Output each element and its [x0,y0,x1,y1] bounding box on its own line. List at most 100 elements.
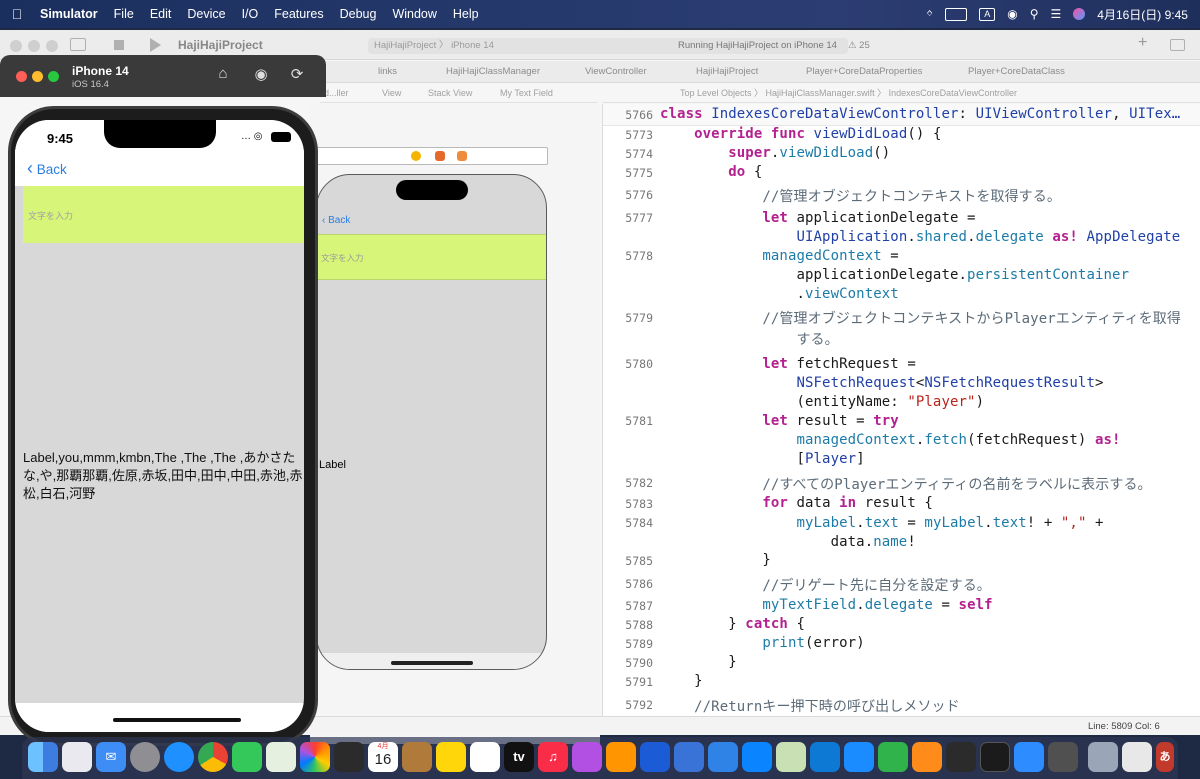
storyboard-back-button[interactable]: ‹ Back [322,215,350,226]
scheme-path[interactable]: HajiHajiProject 〉 iPhone 14 [374,38,494,54]
reminders-icon[interactable] [470,742,500,772]
pages-icon[interactable] [912,742,942,772]
numbers-icon[interactable] [878,742,908,772]
stop-icon[interactable] [114,40,124,50]
books-icon[interactable] [606,742,636,772]
storyboard-canvas[interactable]: ‹ Back 文字を入力 Label ⊕ ▣ ▤ ▧ ▲ ▼ [310,104,600,744]
keynote-icon[interactable] [844,742,874,772]
my-text-field[interactable]: 文字を入力 [23,186,304,243]
kana-dictionary-icon[interactable]: あ [1156,742,1174,772]
home-icon[interactable]: ⌂ [212,65,234,85]
menu-app-name[interactable]: Simulator [34,7,106,21]
rotate-icon[interactable]: ⟳ [286,65,308,85]
preview-icon[interactable] [946,742,976,772]
launchpad-icon[interactable] [62,742,92,772]
sim-zoom-button[interactable] [48,71,59,82]
iphone-screen[interactable]: 9:45 … ◎ ‹ Back 文字を入力 Label,you,mmm,kmbn… [15,120,304,732]
project-name: HajiHajiProject [178,38,263,52]
notes-icon[interactable] [436,742,466,772]
storyboard-scene[interactable]: ‹ Back 文字を入力 Label [316,174,547,670]
menu-help[interactable]: Help [445,7,487,21]
code-jump-bar[interactable]: Top Level Objects 〉 HajiHajiClassManager… [602,83,1200,103]
jump-stack-view[interactable]: Stack View [428,88,472,98]
navigator-toggle-icon[interactable] [70,38,86,51]
xcode-icon[interactable] [640,742,670,772]
scheme-activity-bar[interactable]: HajiHajiProject 〉 iPhone 14 Running Haji… [368,38,848,54]
code-line: } [660,552,771,568]
sim-close-button[interactable] [16,71,27,82]
maps-icon[interactable] [266,742,296,772]
storyboard-text-field[interactable]: 文字を入力 [317,234,546,280]
siri-icon[interactable] [1073,8,1086,20]
vscode-icon[interactable] [810,742,840,772]
simulator-icon[interactable] [1088,742,1118,772]
terminal-icon[interactable] [980,742,1010,772]
zoom-app-icon[interactable] [1014,742,1044,772]
tab-player-coredata-class[interactable]: Player+CoreDataClass [968,66,1065,77]
minimize-window-button[interactable] [28,40,40,52]
script-editor-icon[interactable] [776,742,806,772]
messages-icon[interactable] [232,742,262,772]
contacts-icon[interactable] [402,742,432,772]
menu-debug[interactable]: Debug [332,7,385,21]
menu-device[interactable]: Device [179,7,233,21]
jump-view-controller[interactable]: d...ller [324,88,349,98]
tab-player-coredata-properties[interactable]: Player+CoreDataProperties [806,66,922,77]
menu-io[interactable]: I/O [234,7,267,21]
simulator-title-bar[interactable]: iPhone 14 iOS 16.4 ⌂ ◉ ⟳ [0,55,326,97]
podcasts-icon[interactable] [572,742,602,772]
tab-hajihaji-class-manager[interactable]: HajiHajiClassManager [446,66,540,77]
warnings-count[interactable]: ⚠ 25 [848,40,870,51]
finder-icon[interactable] [28,742,58,772]
storyboard-label[interactable]: Label [319,459,346,471]
music-icon[interactable]: ♫ [538,742,568,772]
tab-view-controller[interactable]: ViewController [585,66,647,77]
battery-icon[interactable] [945,7,968,21]
screenshot-icon[interactable]: ◉ [250,65,272,85]
safari-icon[interactable] [164,742,194,772]
exit-icon[interactable] [435,151,445,161]
add-icon[interactable]: + [1138,34,1147,52]
calculator-icon[interactable] [1048,742,1078,772]
controller-icon[interactable] [457,151,467,161]
app-store-connect-icon[interactable] [742,742,772,772]
chrome-icon[interactable] [198,742,228,772]
sim-minimize-button[interactable] [32,71,43,82]
code-line: class IndexesCoreDataViewController: UIV… [660,106,1181,122]
code-editor[interactable]: 5766 class IndexesCoreDataViewController… [602,104,1200,716]
menu-features[interactable]: Features [266,7,331,21]
facetime-icon[interactable] [334,742,364,772]
inspector-toggle-icon[interactable] [1170,39,1185,51]
back-button[interactable]: ‹ Back [27,159,67,177]
textedit-icon[interactable] [1122,742,1152,772]
app-store-icon[interactable] [708,742,738,772]
first-responder-icon[interactable] [411,151,421,161]
menu-file[interactable]: File [106,7,142,21]
jump-my-text-field[interactable]: My Text Field [500,88,553,98]
search-icon[interactable]: ⚲ [1030,7,1039,21]
calendar-icon[interactable]: 4月 16 [368,742,398,772]
mail-icon[interactable]: ✉ [96,742,126,772]
run-status: Running HajiHajiProject on iPhone 14 [678,40,837,51]
input-mode-icon[interactable]: A [979,7,996,21]
apple-tv-icon[interactable]: tv [504,742,534,772]
home-indicator[interactable] [113,718,241,722]
run-icon[interactable] [150,38,161,52]
tab-links[interactable]: links [378,66,397,77]
photos-icon[interactable] [300,742,330,772]
menu-window[interactable]: Window [384,7,444,21]
system-settings-icon[interactable] [130,742,160,772]
control-center-icon[interactable]: ☰ [1051,7,1062,21]
instruments-icon[interactable] [674,742,704,772]
jump-view[interactable]: View [382,88,401,98]
wifi-icon[interactable]: ◉ [1007,7,1017,21]
scene-dock [316,147,548,165]
tab-hajihaji-project[interactable]: HajiHajiProject [696,66,758,77]
zoom-window-button[interactable] [46,40,58,52]
bluetooth-icon[interactable]: ᛜ [926,7,933,21]
menubar-clock[interactable]: 4月16日(日) 9:45 [1097,6,1188,23]
menu-edit[interactable]: Edit [142,7,180,21]
close-window-button[interactable] [10,40,22,52]
apple-menu-icon[interactable]:  [0,6,34,22]
my-label: Label,you,mmm,kmbn,The ,The ,The ,あかさたな,… [23,450,303,501]
